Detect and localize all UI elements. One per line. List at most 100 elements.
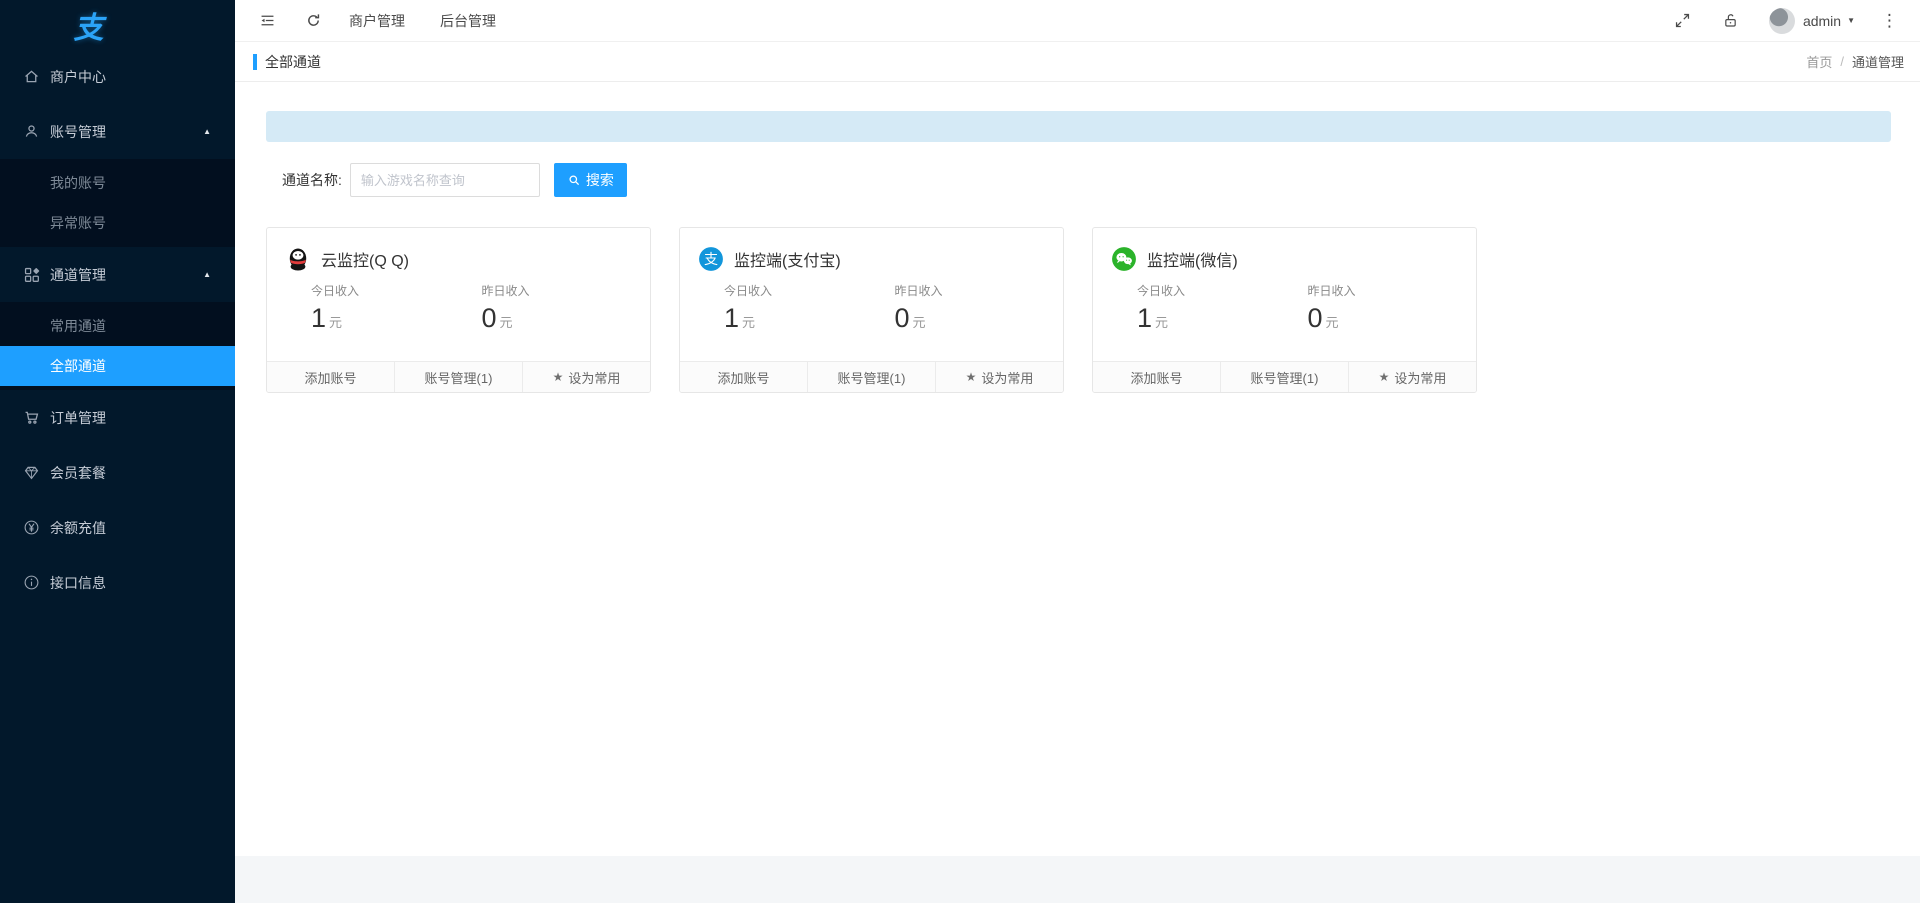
card-head: 监控端(微信) xyxy=(1111,246,1458,272)
set-favorite-label: 设为常用 xyxy=(568,370,621,386)
sidebar-item-label: 账号管理 xyxy=(50,123,106,140)
content-panel: 通道名称: 搜索 云监控(Q Q) xyxy=(235,82,1920,856)
breadcrumb: 首页 / 通道管理 xyxy=(1806,52,1904,71)
set-favorite-link[interactable]: ★ 设为常用 xyxy=(522,362,650,392)
add-account-link[interactable]: 添加账号 xyxy=(680,362,807,392)
stat-value: 0元 xyxy=(894,303,926,333)
sidebar-item-member-packages[interactable]: 会员套餐 xyxy=(0,445,235,500)
sidebar-item-all-channels[interactable]: 全部通道 xyxy=(0,346,235,386)
stat-yesterday: 昨日收入 0元 xyxy=(1288,282,1459,334)
card-stats: 今日收入 1元 昨日收入 0元 xyxy=(1111,282,1458,334)
channel-card-alipay: 支 监控端(支付宝) 今日收入 1元 昨日收入 0元 添加账号 账号管理(1) … xyxy=(679,227,1064,393)
info-icon xyxy=(22,574,40,592)
user-menu[interactable]: admin ▼ xyxy=(1803,13,1855,29)
breadcrumb-current: 通道管理 xyxy=(1851,55,1904,70)
sidebar-item-label: 余额充值 xyxy=(50,519,106,536)
card-body: 监控端(微信) 今日收入 1元 昨日收入 0元 xyxy=(1093,228,1476,361)
refresh-icon[interactable] xyxy=(303,11,323,31)
card-head: 支 监控端(支付宝) xyxy=(698,246,1045,272)
qq-icon xyxy=(285,246,311,272)
add-account-link[interactable]: 添加账号 xyxy=(267,362,394,392)
card-body: 云监控(Q Q) 今日收入 1元 昨日收入 0元 xyxy=(267,228,650,361)
card-head: 云监控(Q Q) xyxy=(285,246,632,272)
gem-icon xyxy=(22,464,40,482)
sidebar-item-abnormal-accounts[interactable]: 异常账号 xyxy=(0,203,235,243)
fullscreen-icon[interactable] xyxy=(1673,11,1693,31)
alipay-icon: 支 xyxy=(698,246,724,272)
component-icon xyxy=(22,266,40,284)
stat-label: 昨日收入 xyxy=(894,284,943,298)
channel-card-qq: 云监控(Q Q) 今日收入 1元 昨日收入 0元 添加账号 账号管理(1) ★ … xyxy=(266,227,651,393)
add-account-link[interactable]: 添加账号 xyxy=(1093,362,1220,392)
wechat-icon xyxy=(1111,246,1137,272)
sidebar-item-merchant-center[interactable]: 商户中心 xyxy=(0,49,235,104)
sidebar-item-channel-management[interactable]: 通道管理 ▲ xyxy=(0,247,235,302)
home-icon xyxy=(22,68,40,86)
top-navbar: 商户管理 后台管理 admin ▼ ⋮ xyxy=(235,0,1920,42)
sidebar-item-common-channels[interactable]: 常用通道 xyxy=(0,306,235,346)
sidebar-item-order-management[interactable]: 订单管理 xyxy=(0,390,235,445)
svg-text:支: 支 xyxy=(704,251,718,267)
tab-backend-management[interactable]: 后台管理 xyxy=(440,11,496,31)
page-title: 全部通道 xyxy=(265,53,321,70)
stat-label: 昨日收入 xyxy=(481,284,530,298)
search-icon xyxy=(569,175,579,186)
set-favorite-label: 设为常用 xyxy=(1394,370,1447,386)
card-stats: 今日收入 1元 昨日收入 0元 xyxy=(285,282,632,334)
search-button-label: 搜索 xyxy=(585,172,614,188)
sidebar: 支 商户中心 账号管理 ▲ 我的账号 异常账号 通道管理 ▲ 常用通道 全部通道… xyxy=(0,0,235,903)
chevron-up-icon: ▲ xyxy=(203,270,211,279)
card-body: 支 监控端(支付宝) 今日收入 1元 昨日收入 0元 xyxy=(680,228,1063,361)
star-icon: ★ xyxy=(965,370,977,384)
breadcrumb-home[interactable]: 首页 xyxy=(1806,52,1832,71)
search-input[interactable] xyxy=(349,163,540,197)
avatar[interactable] xyxy=(1768,7,1795,34)
sidebar-item-account-management[interactable]: 账号管理 ▲ xyxy=(0,104,235,159)
manage-accounts-link[interactable]: 账号管理(1) xyxy=(807,362,935,392)
stat-yesterday: 昨日收入 0元 xyxy=(462,282,633,334)
sidebar-item-api-info[interactable]: 接口信息 xyxy=(0,555,235,610)
stat-today: 今日收入 1元 xyxy=(698,282,875,334)
stat-value: 1元 xyxy=(311,303,343,333)
breadcrumb-separator: / xyxy=(1840,54,1844,69)
chevron-up-icon: ▲ xyxy=(203,127,211,136)
sidebar-toggle-icon[interactable] xyxy=(257,11,277,31)
more-menu-icon[interactable]: ⋮ xyxy=(1881,11,1898,31)
set-favorite-link[interactable]: ★ 设为常用 xyxy=(935,362,1063,392)
stat-today: 今日收入 1元 xyxy=(285,282,462,334)
star-icon: ★ xyxy=(552,370,564,384)
title-accent-bar xyxy=(253,53,257,70)
search-button[interactable]: 搜索 xyxy=(553,163,627,197)
app-window: 支 商户中心 账号管理 ▲ 我的账号 异常账号 通道管理 ▲ 常用通道 全部通道… xyxy=(0,0,1920,903)
set-favorite-link[interactable]: ★ 设为常用 xyxy=(1348,362,1476,392)
submenu-account: 我的账号 异常账号 xyxy=(0,159,235,247)
manage-accounts-link[interactable]: 账号管理(1) xyxy=(394,362,522,392)
channel-card-list: 云监控(Q Q) 今日收入 1元 昨日收入 0元 添加账号 账号管理(1) ★ … xyxy=(266,227,1891,393)
channel-title: 监控端(支付宝) xyxy=(734,253,841,270)
lock-icon[interactable] xyxy=(1721,11,1741,31)
sidebar-item-label: 接口信息 xyxy=(50,574,106,591)
user-name: admin xyxy=(1802,12,1842,29)
stat-value: 0元 xyxy=(481,303,513,333)
sidebar-item-balance-recharge[interactable]: 余额充值 xyxy=(0,500,235,555)
stat-label: 今日收入 xyxy=(311,284,360,298)
channel-card-wechat: 监控端(微信) 今日收入 1元 昨日收入 0元 添加账号 账号管理(1) ★ 设… xyxy=(1092,227,1477,393)
submenu-channel: 常用通道 全部通道 xyxy=(0,302,235,390)
sidebar-item-label: 通道管理 xyxy=(50,266,106,283)
stat-label: 昨日收入 xyxy=(1307,284,1356,298)
search-form: 通道名称: 搜索 xyxy=(282,163,1891,197)
cart-icon xyxy=(22,409,40,427)
star-icon: ★ xyxy=(1378,370,1390,384)
sidebar-item-my-accounts[interactable]: 我的账号 xyxy=(0,163,235,203)
card-footer: 添加账号 账号管理(1) ★ 设为常用 xyxy=(267,361,650,392)
tab-merchant-management[interactable]: 商户管理 xyxy=(349,11,405,31)
channel-title: 云监控(Q Q) xyxy=(321,253,409,270)
sidebar-item-label: 会员套餐 xyxy=(50,464,106,481)
caret-down-icon: ▼ xyxy=(1847,16,1855,25)
search-label: 通道名称: xyxy=(282,172,342,188)
stat-label: 今日收入 xyxy=(1137,284,1186,298)
stat-yesterday: 昨日收入 0元 xyxy=(875,282,1046,334)
manage-accounts-link[interactable]: 账号管理(1) xyxy=(1220,362,1348,392)
card-footer: 添加账号 账号管理(1) ★ 设为常用 xyxy=(1093,361,1476,392)
channel-title: 监控端(微信) xyxy=(1147,253,1238,270)
